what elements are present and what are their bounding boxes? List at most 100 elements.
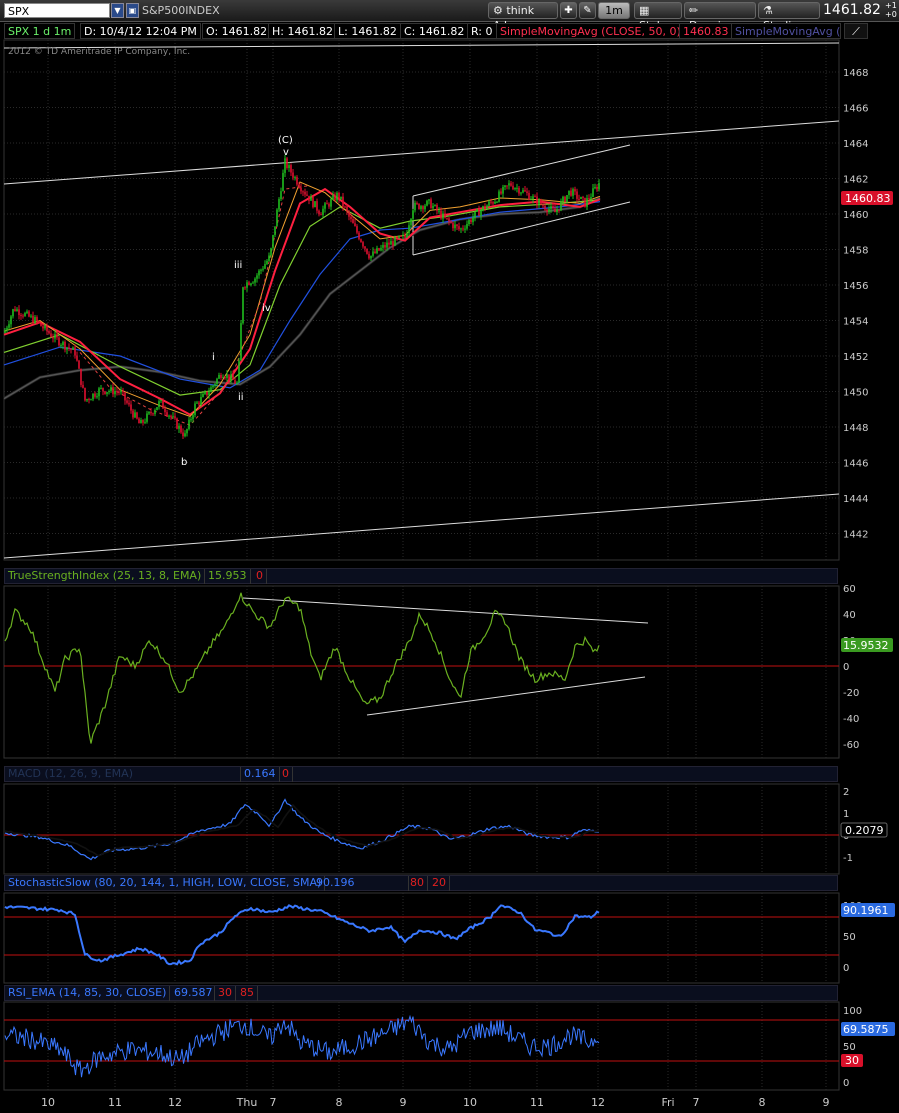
candle-body [98,388,100,397]
candle-body [578,198,580,200]
candle-body [12,309,14,317]
candle-body [14,309,16,312]
candle-body [528,192,530,200]
candle-body [310,196,312,201]
header-date: D: 10/4/12 12:04 PM [80,23,201,39]
wave-label-v: v [283,147,289,158]
study-tick-label: 50 [843,932,856,943]
candle-body [90,399,92,401]
candle-body [216,378,218,385]
candle-body [562,196,564,202]
time-tick-label: 12 [591,1096,605,1109]
candle-body [576,191,578,199]
candle-body [70,348,72,350]
candle-body [202,393,204,398]
stoch-os-value: 20 [429,876,450,891]
candle-body [580,196,582,200]
candle-body [414,202,416,211]
candle-body [494,201,496,204]
candle-body [532,196,534,200]
header-sma1-value: 1460.83 [679,23,733,39]
header-sma1[interactable]: SimpleMovingAvg (CLOSE, 50, 0) [496,23,685,39]
candle-body [152,413,154,415]
candle-body [160,399,162,402]
candle-body [304,191,306,195]
candle-body [312,196,314,208]
candle-body [36,317,38,322]
candle-body [560,201,562,211]
candle-body [294,177,296,179]
candle-body [506,185,508,187]
chart-settings-icon[interactable]: ⟋ [844,23,868,39]
candle-body [102,387,104,392]
candle-body [162,399,164,409]
study-tick-label: 50 [843,1042,856,1053]
candle-body [68,347,70,349]
candle-body [464,228,466,230]
candle-body [378,248,380,251]
candle-body [84,387,86,401]
candle-body [94,393,96,397]
header-sma2[interactable]: SimpleMovingAvg ( [731,23,841,39]
candle-body [280,191,282,200]
candle-body [594,186,596,189]
study-tick-label: 60 [843,584,856,595]
stoch-name[interactable]: StochasticSlow (80, 20, 144, 1, HIGH, LO… [5,876,326,891]
rsi-name[interactable]: RSI_EMA (14, 85, 30, CLOSE) [5,986,171,1001]
candle-body [8,324,10,328]
candle-body [62,341,64,346]
candle-body [450,221,452,223]
candle-body [438,210,440,212]
rsi-value-label: 69.5875 [843,1023,889,1036]
candle-body [424,205,426,210]
candle-body [370,255,372,259]
price-tick-label: 1444 [843,494,868,505]
rsi-panel [3,1001,840,1091]
candle-body [516,187,518,189]
time-tick-label: Thu [236,1096,258,1109]
candle-body [136,412,138,419]
candle-body [64,341,66,350]
candle-body [18,309,20,316]
candle-body [422,206,424,210]
macd-zero-value: 0 [279,767,293,782]
study-tick-label: 0 [843,963,849,974]
candle-body [550,205,552,209]
tsi-name[interactable]: TrueStrengthIndex (25, 13, 8, EMA) [5,569,206,584]
header-open: O: 1461.82 [202,23,272,39]
candle-body [596,186,598,190]
candle-body [558,209,560,211]
candle-body [574,189,576,192]
candle-body [132,410,134,418]
time-axis: 10 11 12 Thu 7 8 9 10 11 12 Fri 7 8 9 [41,1096,830,1109]
wave-label-c: (C) [278,135,293,146]
candle-body [592,188,594,197]
candle-body [398,235,400,238]
time-tick-label: 8 [336,1096,343,1109]
candle-body [266,260,268,265]
macd-panel [3,783,840,875]
candle-body [588,198,590,200]
header-symbol-period[interactable]: SPX 1 d 1m [4,23,76,39]
header-low: L: 1461.82 [334,23,401,39]
candle-body [146,413,148,422]
candle-body [120,390,122,393]
candle-body [274,226,276,236]
candle-body [372,251,374,256]
candle-body [24,313,26,317]
macd-name[interactable]: MACD (12, 26, 9, EMA) [5,767,241,782]
candle-body [236,382,238,384]
chart-canvas[interactable]: (C) v iii iv i ii b 2012 © TD Ameritrade… [0,0,899,1113]
candle-body [568,190,570,196]
candle-body [510,183,512,186]
candle-body [328,203,330,207]
candle-body [4,330,6,333]
candle-body [134,412,136,418]
candle-body [114,391,116,395]
candle-body [248,282,250,286]
price-tick-label: 1456 [843,281,868,292]
candle-body [408,225,410,234]
rsi-value: 69.587 [171,986,215,1001]
candle-body [144,421,146,423]
candle-body [566,195,568,202]
